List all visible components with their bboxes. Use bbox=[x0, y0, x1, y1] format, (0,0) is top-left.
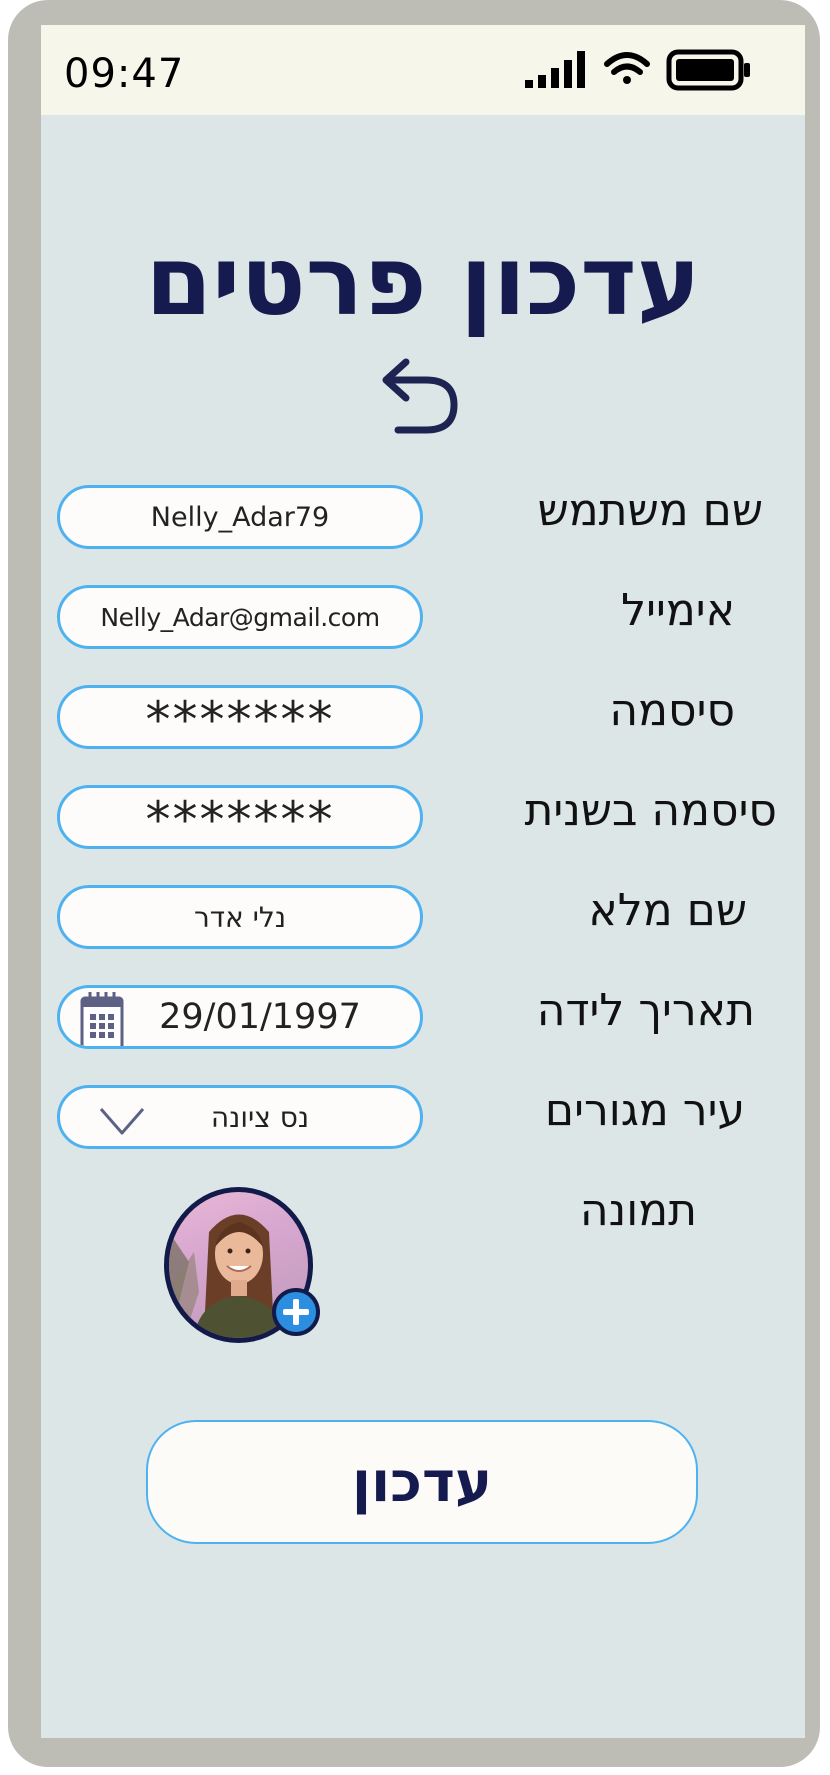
email-label: אימייל bbox=[621, 585, 735, 636]
status-time: 09:47 bbox=[64, 51, 185, 97]
full-name-label: שם מלא bbox=[588, 885, 747, 936]
city-label: עיר מגורים bbox=[544, 1085, 745, 1136]
city-select[interactable]: נס ציונה bbox=[57, 1085, 423, 1149]
password-value: ******* bbox=[145, 691, 335, 749]
status-bar: 09:47 bbox=[41, 25, 805, 115]
email-value: Nelly_Adar@gmail.com bbox=[100, 602, 380, 632]
password-confirm-value: ******* bbox=[145, 791, 335, 849]
back-arrow-icon[interactable] bbox=[376, 350, 476, 445]
wifi-icon bbox=[604, 52, 650, 84]
cellular-signal-icon bbox=[525, 51, 585, 88]
add-photo-plus-icon[interactable] bbox=[271, 1287, 321, 1337]
page-title: עדכון פרטים bbox=[145, 225, 701, 337]
birth-date-label: תאריך לידה bbox=[536, 985, 755, 1036]
password-confirm-field[interactable]: ******* bbox=[57, 785, 423, 849]
username-field[interactable]: Nelly_Adar79 bbox=[57, 485, 423, 549]
calendar-icon[interactable] bbox=[80, 990, 124, 1049]
profile-photo[interactable] bbox=[164, 1187, 320, 1343]
password-label: סיסמה bbox=[609, 685, 735, 736]
photo-label: תמונה bbox=[579, 1185, 697, 1236]
password-confirm-label: סיסמה בשנית bbox=[524, 785, 777, 836]
birth-date-value: 29/01/1997 bbox=[159, 997, 361, 1037]
app-screen: 09:47 עדכון פרטים שם משתמש Nelly_Adar79 … bbox=[41, 25, 805, 1738]
chevron-down-icon[interactable] bbox=[98, 1106, 146, 1136]
full-name-field[interactable]: נלי אדר bbox=[57, 885, 423, 949]
password-field[interactable]: ******* bbox=[57, 685, 423, 749]
update-button[interactable]: עדכון bbox=[146, 1420, 698, 1544]
status-icons bbox=[525, 49, 750, 91]
birth-date-field[interactable]: 29/01/1997 bbox=[57, 985, 423, 1049]
username-label: שם משתמש bbox=[537, 485, 763, 536]
email-field[interactable]: Nelly_Adar@gmail.com bbox=[57, 585, 423, 649]
phone-frame: 09:47 עדכון פרטים שם משתמש Nelly_Adar79 … bbox=[8, 0, 820, 1767]
city-value: נס ציונה bbox=[210, 1100, 310, 1134]
battery-icon bbox=[666, 49, 750, 91]
full-name-value: נלי אדר bbox=[193, 900, 287, 934]
username-value: Nelly_Adar79 bbox=[150, 501, 330, 533]
